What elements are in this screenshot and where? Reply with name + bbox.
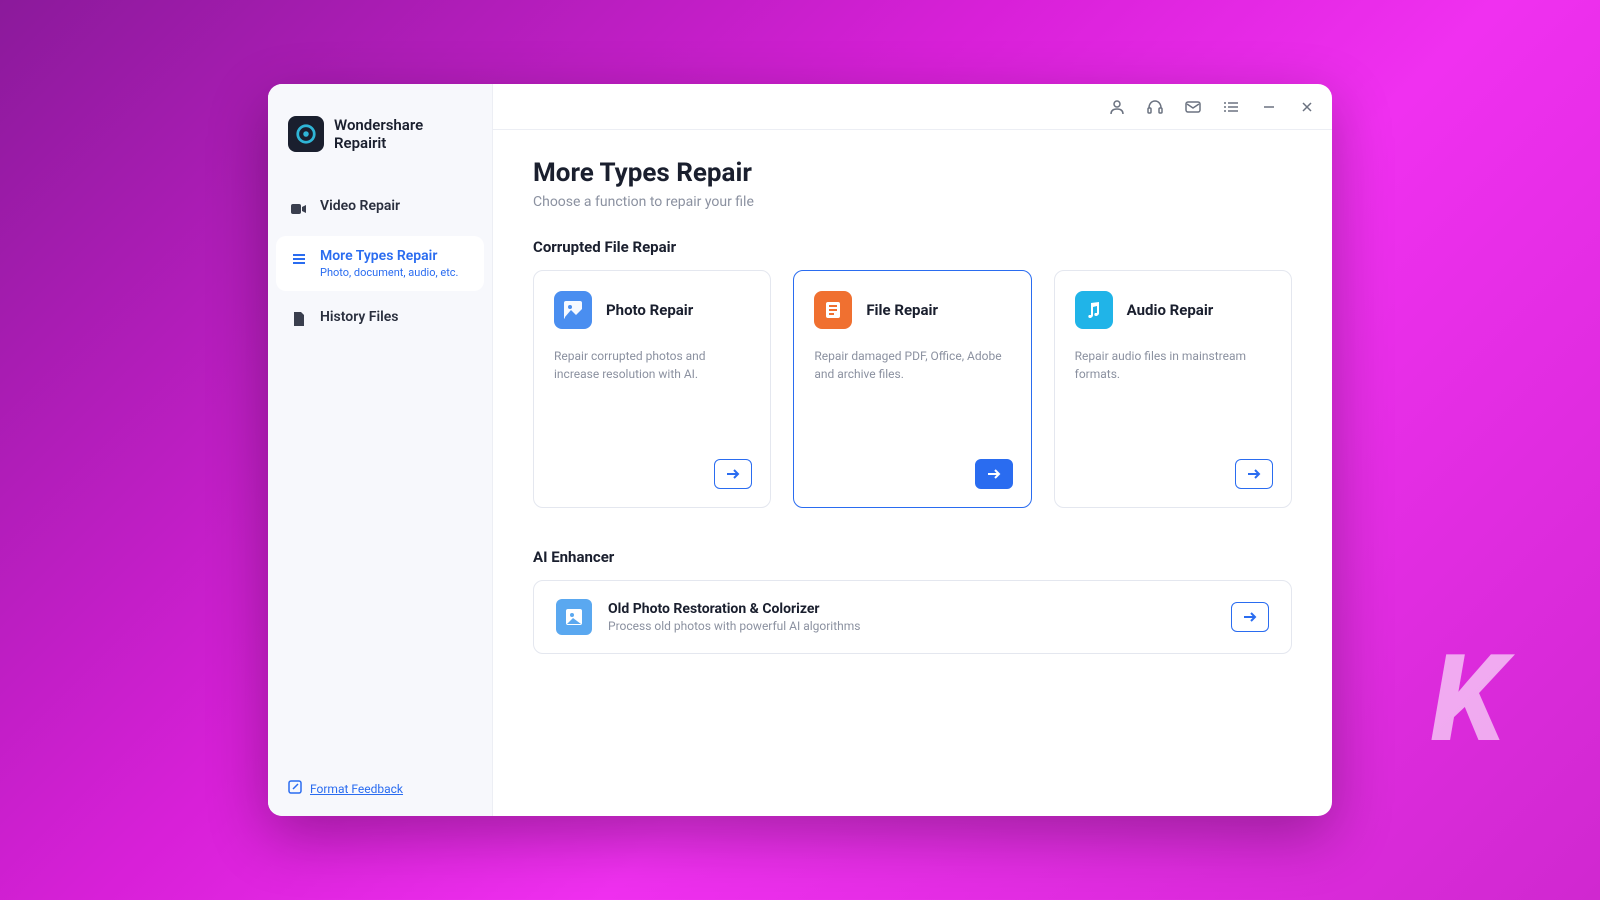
brand-line1: Wondershare [334,116,423,134]
arrow-button[interactable] [1231,602,1269,632]
feedback-icon [288,779,302,798]
card-old-photo-restoration[interactable]: Old Photo Restoration & Colorizer Proces… [533,580,1292,654]
brand-text: Wondershare Repairit [334,116,423,152]
cards-row: Photo Repair Repair corrupted photos and… [533,270,1292,508]
brand: Wondershare Repairit [268,104,492,176]
restoration-icon [556,599,592,635]
user-icon[interactable] [1108,98,1126,116]
sidebar-item-history-files[interactable]: History Files [276,297,484,341]
card-title: Audio Repair [1127,301,1214,319]
sidebar-item-label: Video Repair [320,198,400,214]
sidebar-item-video-repair[interactable]: Video Repair [276,186,484,230]
sidebar-nav: Video Repair More Types Repair Photo, do… [268,176,492,351]
card-desc: Repair corrupted photos and increase res… [554,347,750,383]
format-feedback-link[interactable]: Format Feedback [310,782,403,796]
card-audio-repair[interactable]: Audio Repair Repair audio files in mains… [1054,270,1292,508]
music-icon [1075,291,1113,329]
wide-card-title: Old Photo Restoration & Colorizer [608,601,860,617]
sidebar: Wondershare Repairit Video Repair More T… [268,84,493,816]
photo-icon [554,291,592,329]
arrow-button[interactable] [975,459,1013,489]
card-title: Photo Repair [606,301,693,319]
section-title-corrupted: Corrupted File Repair [533,238,1292,256]
mail-icon[interactable] [1184,98,1202,116]
brand-line2: Repairit [334,134,423,152]
sidebar-item-label: History Files [320,309,399,325]
titlebar [493,84,1332,130]
menu-list-icon[interactable] [1222,98,1240,116]
sidebar-item-label: More Types Repair [320,248,458,264]
card-file-repair[interactable]: File Repair Repair damaged PDF, Office, … [793,270,1031,508]
card-desc: Repair damaged PDF, Office, Adobe and ar… [814,347,1010,383]
content: More Types Repair Choose a function to r… [493,130,1332,682]
file-icon [290,311,308,329]
main-area: More Types Repair Choose a function to r… [493,84,1332,816]
watermark: K [1431,630,1500,770]
arrow-button[interactable] [714,459,752,489]
section-title-enhancer: AI Enhancer [533,548,1292,566]
card-desc: Repair audio files in mainstream formats… [1075,347,1271,383]
app-window: Wondershare Repairit Video Repair More T… [268,84,1332,816]
wide-card-desc: Process old photos with powerful AI algo… [608,619,860,633]
headset-icon[interactable] [1146,98,1164,116]
page-subtitle: Choose a function to repair your file [533,194,1292,210]
sidebar-footer: Format Feedback [268,761,492,816]
list-icon [290,250,308,268]
brand-logo-icon [288,116,324,152]
sidebar-item-more-types-repair[interactable]: More Types Repair Photo, document, audio… [276,236,484,291]
card-title: File Repair [866,301,938,319]
document-icon [814,291,852,329]
minimize-icon[interactable] [1260,98,1278,116]
close-icon[interactable] [1298,98,1316,116]
video-icon [290,200,308,218]
arrow-button[interactable] [1235,459,1273,489]
sidebar-item-sublabel: Photo, document, audio, etc. [320,266,458,279]
card-photo-repair[interactable]: Photo Repair Repair corrupted photos and… [533,270,771,508]
page-title: More Types Repair [533,158,1292,188]
